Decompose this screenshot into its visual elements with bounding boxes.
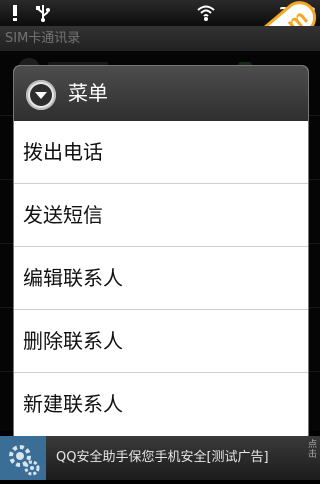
ad-side-label[interactable]: 点击 xyxy=(308,440,318,460)
ad-text[interactable]: QQ安全助手保您手机安全[测试广告] xyxy=(56,436,269,480)
usb-icon xyxy=(36,5,50,22)
menu-item-edit-contact[interactable]: 编辑联系人 xyxy=(14,247,308,310)
menu-down-arrow-icon xyxy=(26,80,56,110)
ad-banner[interactable]: QQ安全助手保您手机安全[测试广告] 点击 xyxy=(0,436,320,480)
dialog-title: 菜单 xyxy=(68,81,108,105)
warning-icon xyxy=(13,5,17,21)
gear-icon xyxy=(0,436,46,480)
menu-item-delete-contact[interactable]: 删除联系人 xyxy=(14,310,308,373)
dialog-header: 菜单 xyxy=(14,66,308,121)
menu-item-call[interactable]: 拨出电话 xyxy=(14,121,308,184)
menu-item-new-contact[interactable]: 新建联系人 xyxy=(14,373,308,436)
menu-item-send-sms[interactable]: 发送短信 xyxy=(14,184,308,247)
menu-dialog: 菜单 拨出电话 发送短信 编辑联系人 删除联系人 新建联系人 xyxy=(14,66,308,440)
